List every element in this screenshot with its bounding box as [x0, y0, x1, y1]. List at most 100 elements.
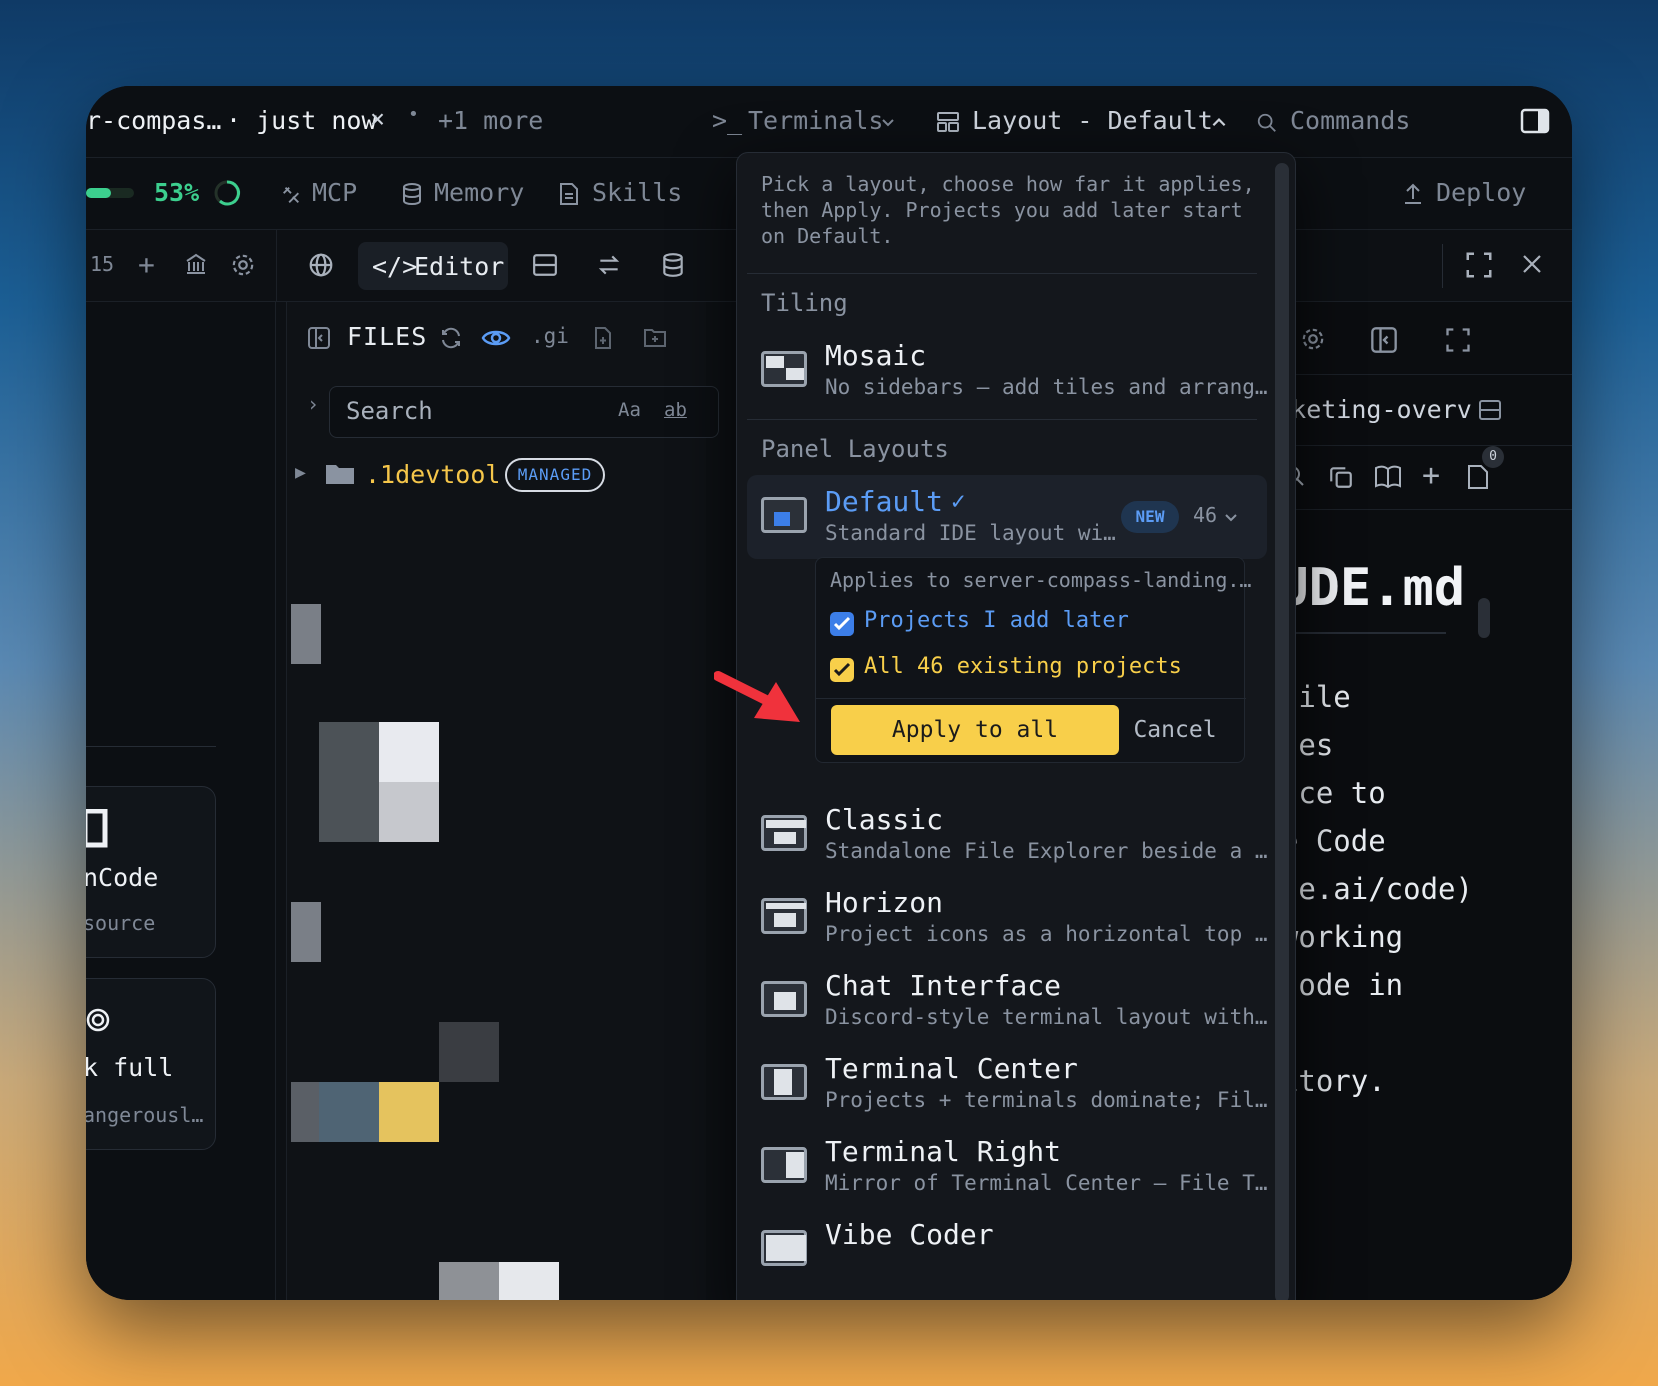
layout-title: Chat Interface [825, 969, 1062, 1002]
layout-option-classic[interactable]: Classic Standalone File Explorer beside a… [747, 793, 1268, 877]
layout-option-default[interactable]: Default ✓ Standard IDE layout wi… NEW 46 [747, 475, 1267, 559]
more-dot: • [408, 104, 419, 125]
bank-icon[interactable] [184, 252, 208, 276]
book-icon[interactable] [1374, 464, 1402, 490]
redacted-block [499, 1262, 559, 1300]
layout-desc: Discord-style terminal layout with… [825, 1005, 1268, 1029]
match-case-toggle[interactable]: Aa [618, 399, 641, 421]
memory-button[interactable]: Memory [400, 176, 530, 212]
applies-to-label: Applies to server-compass-landing.… [830, 568, 1252, 592]
intro-line: Pick a layout, choose how far it applies… [761, 172, 1255, 196]
new-folder-icon[interactable] [643, 326, 667, 348]
redacted-block [291, 902, 321, 962]
mcp-button[interactable]: MCP [280, 176, 370, 212]
apply-to-all-button[interactable]: Apply to all [831, 705, 1119, 755]
fullscreen-icon[interactable] [1464, 250, 1494, 280]
eye-icon[interactable] [481, 324, 511, 352]
tab-close-icon[interactable]: × [370, 104, 385, 133]
commands-button[interactable]: Commands [1256, 102, 1416, 142]
gear-icon[interactable] [230, 252, 256, 278]
layout-option-terminal-right[interactable]: Terminal Right Mirror of Terminal Center … [747, 1125, 1268, 1209]
new-file-icon[interactable] [593, 326, 613, 350]
divider [747, 419, 1257, 420]
tab-title[interactable]: r-compas… [86, 106, 221, 135]
layout-option-horizon[interactable]: Horizon Project icons as a horizontal top… [747, 876, 1268, 960]
database-icon-2[interactable] [660, 252, 686, 278]
title-bar: r-compas… · just now × • +1 more >_ Term… [86, 86, 1572, 158]
tab-time: · just now [226, 106, 377, 135]
divider [816, 698, 1246, 699]
add-icon[interactable]: + [138, 248, 155, 281]
openai-icon [86, 1003, 115, 1037]
copy-icon[interactable] [1328, 464, 1354, 490]
agent-card[interactable]: nCode source [86, 786, 216, 958]
deploy-button[interactable]: Deploy [1402, 176, 1532, 212]
search-icon [1256, 112, 1278, 134]
layout-title: Vibe Coder [825, 1218, 994, 1251]
redacted-block [379, 1082, 439, 1142]
agent-card[interactable]: k full angerousl… [86, 978, 216, 1150]
layout-option-vibe-coder[interactable]: Vibe Coder [747, 1208, 1267, 1292]
add-icon[interactable]: + [1422, 458, 1440, 493]
collapse-sidebar-icon[interactable] [307, 326, 331, 350]
layout-desc: Projects + terminals dominate; Fil… [825, 1088, 1268, 1112]
folder-row[interactable]: ▶ .1devtool MANAGED [295, 456, 625, 496]
new-badge: NEW [1121, 501, 1179, 533]
cancel-button[interactable]: Cancel [1125, 705, 1225, 755]
layout-title: Mosaic [825, 339, 927, 372]
mcp-label: MCP [312, 178, 358, 207]
panel-toggle-icon[interactable] [1520, 108, 1550, 134]
projects-later-option[interactable]: Projects I add later [830, 606, 1230, 642]
editor-tab[interactable]: </> Editor [358, 242, 508, 290]
terminal-app-icon [86, 809, 109, 849]
card-desc: source [86, 911, 156, 935]
folder-icon [325, 462, 355, 486]
search-input[interactable]: Search [346, 397, 433, 425]
match-word-toggle[interactable]: ab [664, 399, 687, 421]
progress-fill [86, 188, 112, 198]
layout-option-terminal-center[interactable]: Terminal Center Projects + terminals domi… [747, 1042, 1268, 1126]
layout-desc: Project icons as a horizontal top … [825, 922, 1268, 946]
folder-name: .1devtool [365, 460, 501, 489]
layout-option-mosaic[interactable]: Mosaic No sidebars — add tiles and arran… [747, 329, 1268, 413]
layout-menu[interactable]: Layout - Default [936, 102, 1236, 142]
intro-line: then Apply. Projects you add later start [761, 198, 1243, 222]
project-count[interactable]: 46 [1193, 503, 1217, 527]
intro-line: on Default. [761, 224, 894, 248]
skills-button[interactable]: Skills [558, 176, 688, 212]
option-label: All 46 existing projects [864, 654, 1182, 679]
split-panel-icon[interactable] [532, 252, 558, 278]
redacted-block [291, 1082, 321, 1142]
dropdown-scrollbar[interactable] [1275, 163, 1289, 1300]
swap-icon[interactable] [596, 252, 622, 278]
close-icon[interactable] [1520, 252, 1544, 276]
files-header: FILES [347, 322, 428, 351]
chevron-right-icon[interactable]: › [307, 392, 319, 416]
layout-title: Terminal Center [825, 1052, 1078, 1085]
divider [747, 273, 1257, 274]
refresh-icon[interactable] [439, 326, 463, 350]
scrollbar-thumb[interactable] [1478, 598, 1490, 638]
memory-label: Memory [434, 178, 525, 207]
progress-percent: 53% [154, 178, 200, 207]
search-box: Search Aa ab [329, 386, 719, 438]
checkbox-checked-icon[interactable] [830, 612, 854, 636]
card-desc: angerousl… [86, 1103, 204, 1127]
layout-option-chat-interface[interactable]: Chat Interface Discord-style terminal lay… [747, 959, 1268, 1043]
layout-title: Terminal Right [825, 1135, 1062, 1168]
chevron-down-icon[interactable] [1223, 509, 1239, 525]
managed-badge: MANAGED [505, 458, 605, 492]
globe-icon[interactable] [308, 252, 334, 278]
gear-icon[interactable] [1300, 326, 1326, 352]
terminals-menu[interactable]: >_ Terminals [712, 102, 902, 142]
split-icon[interactable] [1478, 399, 1502, 421]
more-tabs-link[interactable]: +1 more [438, 106, 543, 135]
fullscreen-icon[interactable] [1444, 326, 1472, 354]
app-window: r-compas… · just now × • +1 more >_ Term… [86, 86, 1572, 1300]
gitignore-toggle[interactable]: .gi [531, 324, 569, 348]
checkbox-checked-icon[interactable] [830, 658, 854, 682]
card-title: nCode [86, 863, 159, 892]
collapse-panel-icon[interactable] [1370, 326, 1398, 354]
layout-icon [936, 110, 960, 134]
existing-projects-option[interactable]: All 46 existing projects [830, 652, 1230, 688]
